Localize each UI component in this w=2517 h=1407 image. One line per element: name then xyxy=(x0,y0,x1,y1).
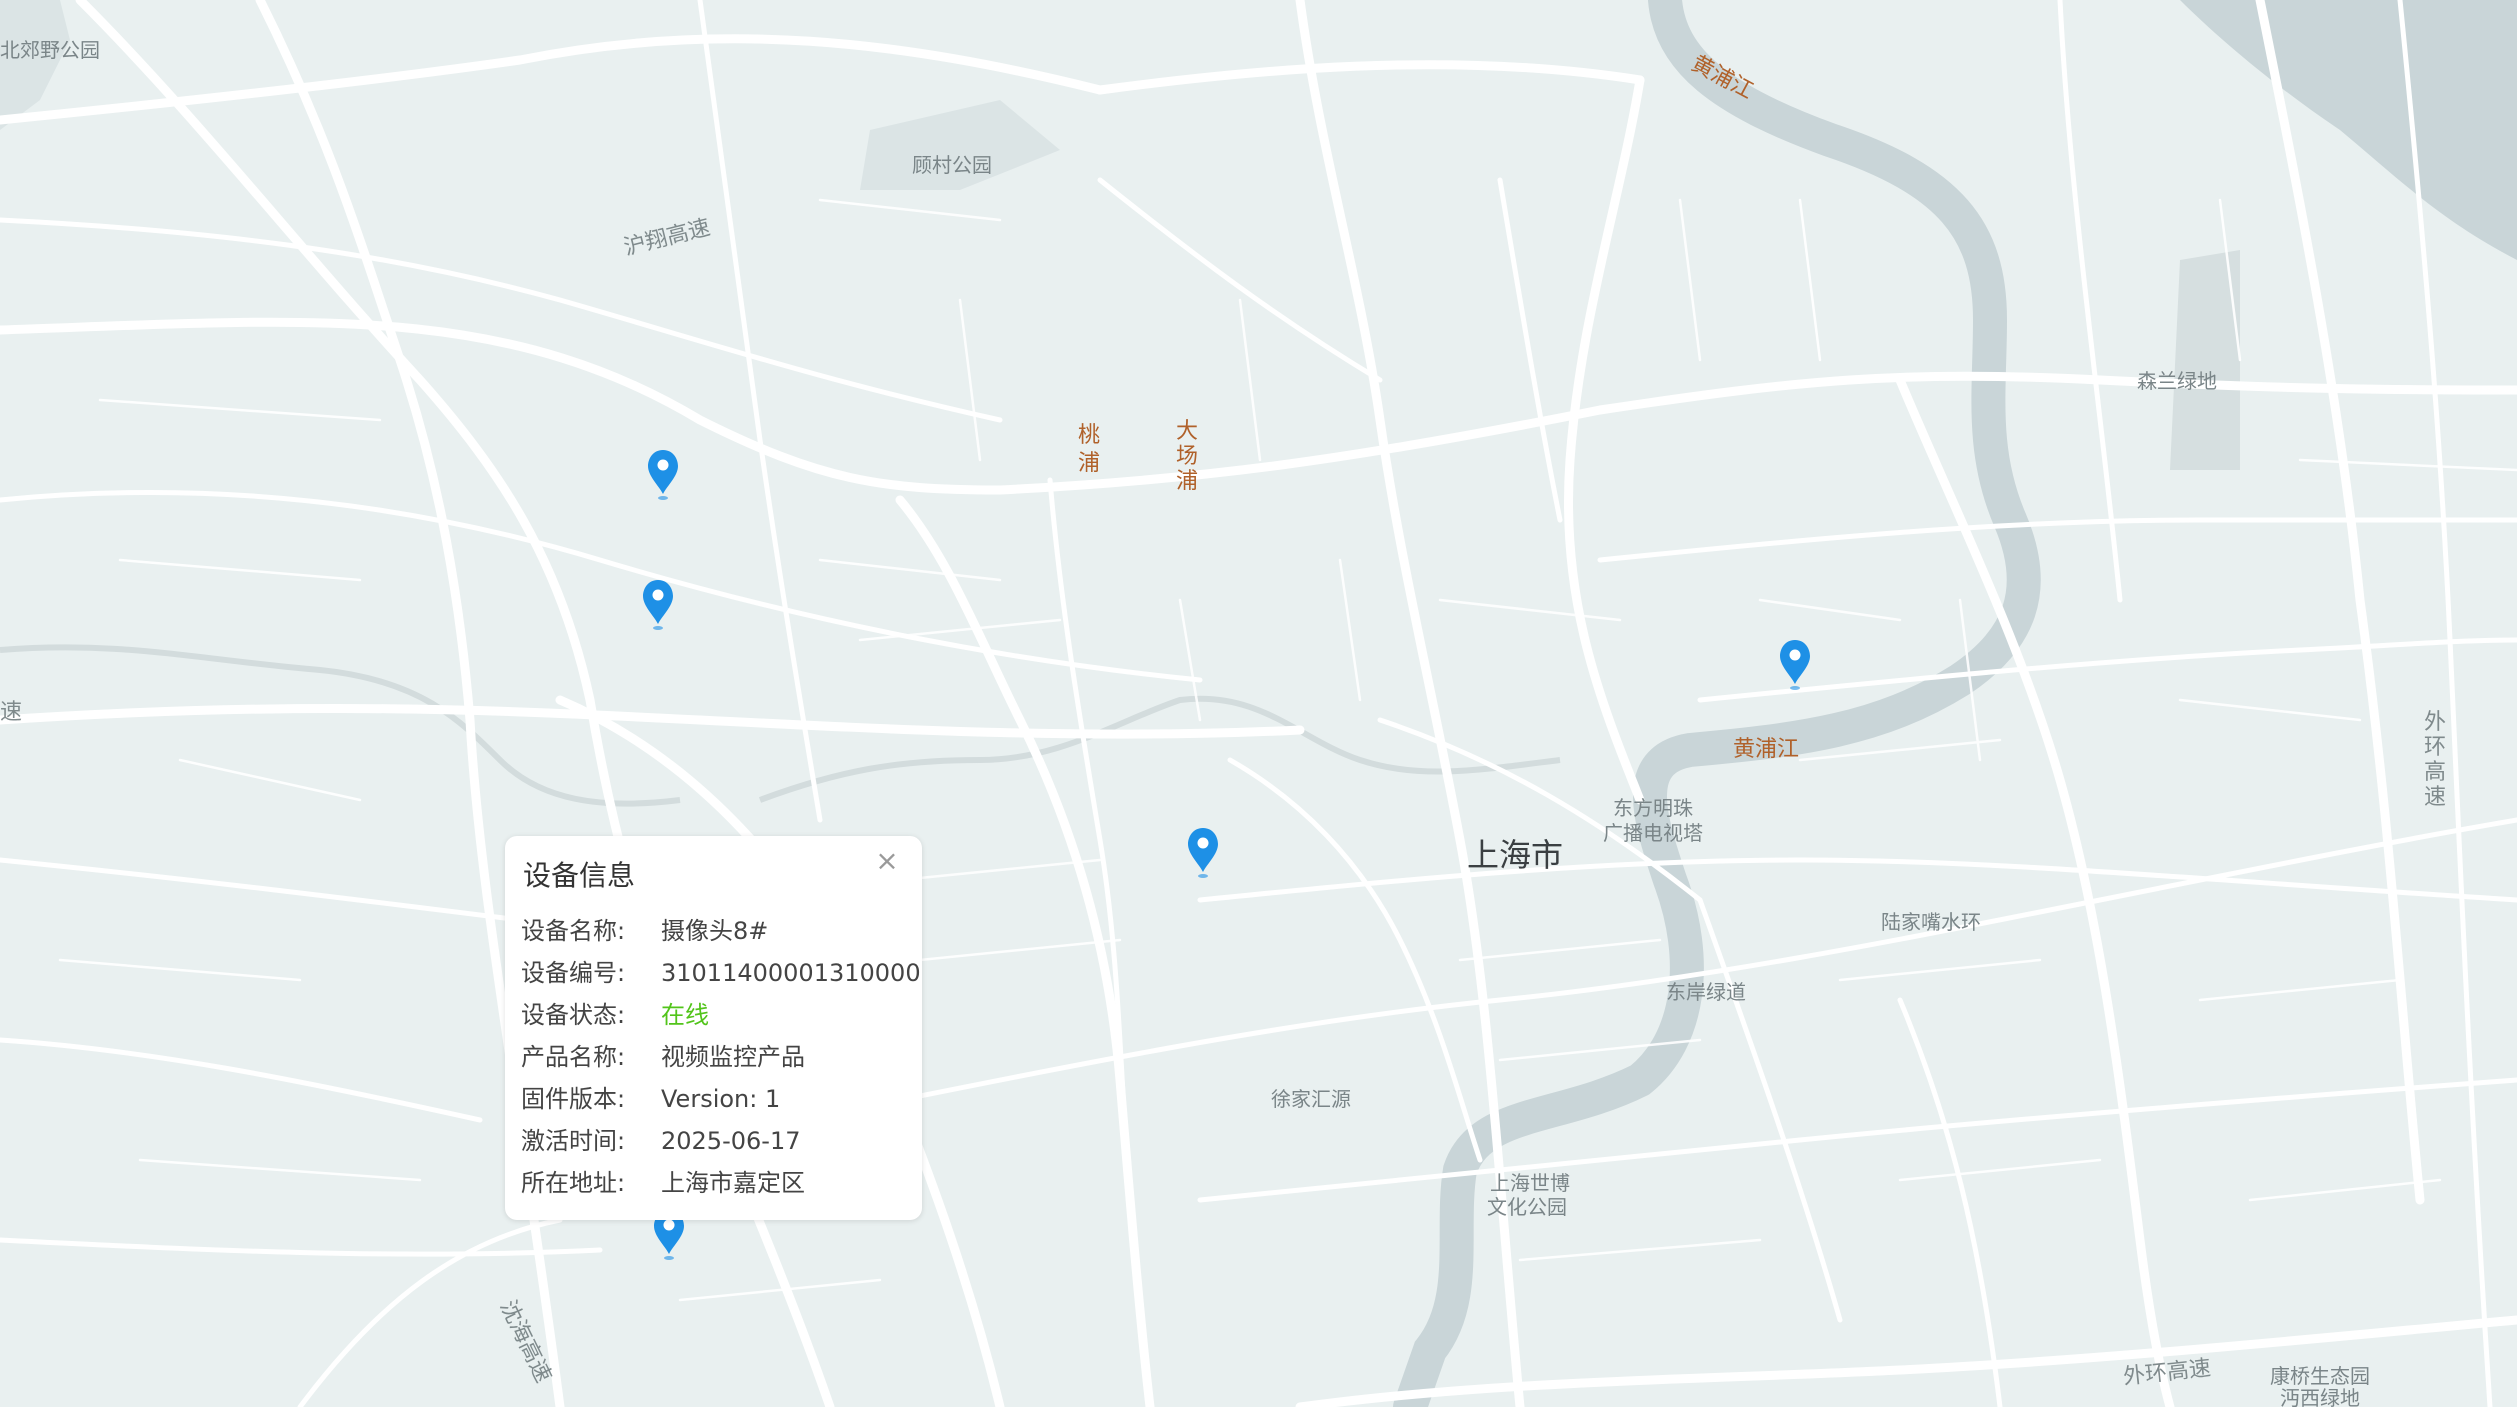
label-kangqiao-park: 康桥生态园 xyxy=(2270,1364,2370,1388)
info-row: 设备名称: 摄像头8# xyxy=(521,910,922,952)
label-west-edge-expressway: 速 xyxy=(0,700,22,725)
info-value: Version: 1 xyxy=(661,1085,781,1113)
label-dachangpu-1: 大 xyxy=(1176,419,1198,444)
label-xixi-greenland: 沔西绿地 xyxy=(2280,1386,2360,1407)
label-taopu-1: 桃 xyxy=(1078,423,1100,448)
label-shanghai-city: 上海市 xyxy=(1467,836,1563,874)
info-label: 所在地址: xyxy=(521,1169,626,1197)
info-label: 产品名称: xyxy=(521,1043,626,1071)
label-outer-ring-east-1: 外 xyxy=(2424,710,2446,735)
label-lujiazui-ring: 陆家嘴水环 xyxy=(1881,910,1981,934)
map-canvas[interactable]: 北郊野公园 顾村公园 沪翔高速 桃 浦 大 场 浦 黄浦江 森兰绿地 黄浦江 东… xyxy=(0,0,2517,1407)
info-value: 视频监控产品 xyxy=(661,1043,805,1071)
info-label: 固件版本: xyxy=(521,1085,626,1113)
label-beijiao-park: 北郊野公园 xyxy=(0,38,100,62)
label-oriental-pearl: 东方明珠 xyxy=(1613,796,1693,820)
info-value: 2025-06-17 xyxy=(661,1127,801,1155)
label-expo-park-2: 文化公园 xyxy=(1487,1195,1567,1219)
info-label: 设备名称: xyxy=(521,917,626,945)
info-value: 上海市嘉定区 xyxy=(661,1169,805,1197)
info-value: 3101140000131000000 xyxy=(661,959,922,987)
label-outer-ring-east-2: 环 xyxy=(2424,735,2446,760)
info-row: 设备编号: 3101140000131000000 xyxy=(521,952,922,994)
label-east-bank-greenway: 东岸绿道 xyxy=(1666,980,1746,1004)
info-label: 激活时间: xyxy=(521,1127,626,1155)
info-row: 所在地址: 上海市嘉定区 xyxy=(521,1162,922,1204)
info-value: 摄像头8# xyxy=(661,917,769,945)
label-expo-park: 上海世博 xyxy=(1490,1171,1570,1195)
status-value: 在线 xyxy=(661,1001,709,1029)
label-xujiahui: 徐家汇源 xyxy=(1271,1087,1351,1111)
info-row: 产品名称: 视频监控产品 xyxy=(521,1036,922,1078)
info-row: 激活时间: 2025-06-17 xyxy=(521,1120,922,1162)
info-label: 设备状态: xyxy=(521,1001,626,1029)
label-gucun-park: 顾村公园 xyxy=(912,153,992,177)
popup-title: 设备信息 xyxy=(523,859,636,892)
label-huangpu-river-center: 黄浦江 xyxy=(1733,737,1799,762)
label-taopu-2: 浦 xyxy=(1078,451,1100,476)
info-label: 设备编号: xyxy=(521,959,626,987)
info-row: 固件版本: Version: 1 xyxy=(521,1078,922,1120)
label-outer-ring-east-4: 速 xyxy=(2424,785,2446,810)
label-outer-ring-east-3: 高 xyxy=(2424,760,2446,785)
label-dachangpu-2: 场 xyxy=(1176,444,1198,469)
label-oriental-pearl-2: 广播电视塔 xyxy=(1603,821,1703,845)
label-senlan-greenland: 森兰绿地 xyxy=(2137,369,2217,393)
label-dachangpu-3: 浦 xyxy=(1176,469,1198,494)
device-info-popup: × 设备信息 设备名称: 摄像头8# 设备编号: 310114000013100000… xyxy=(505,836,922,1220)
close-icon[interactable]: × xyxy=(872,846,902,876)
info-row: 设备状态: 在线 xyxy=(521,994,922,1036)
